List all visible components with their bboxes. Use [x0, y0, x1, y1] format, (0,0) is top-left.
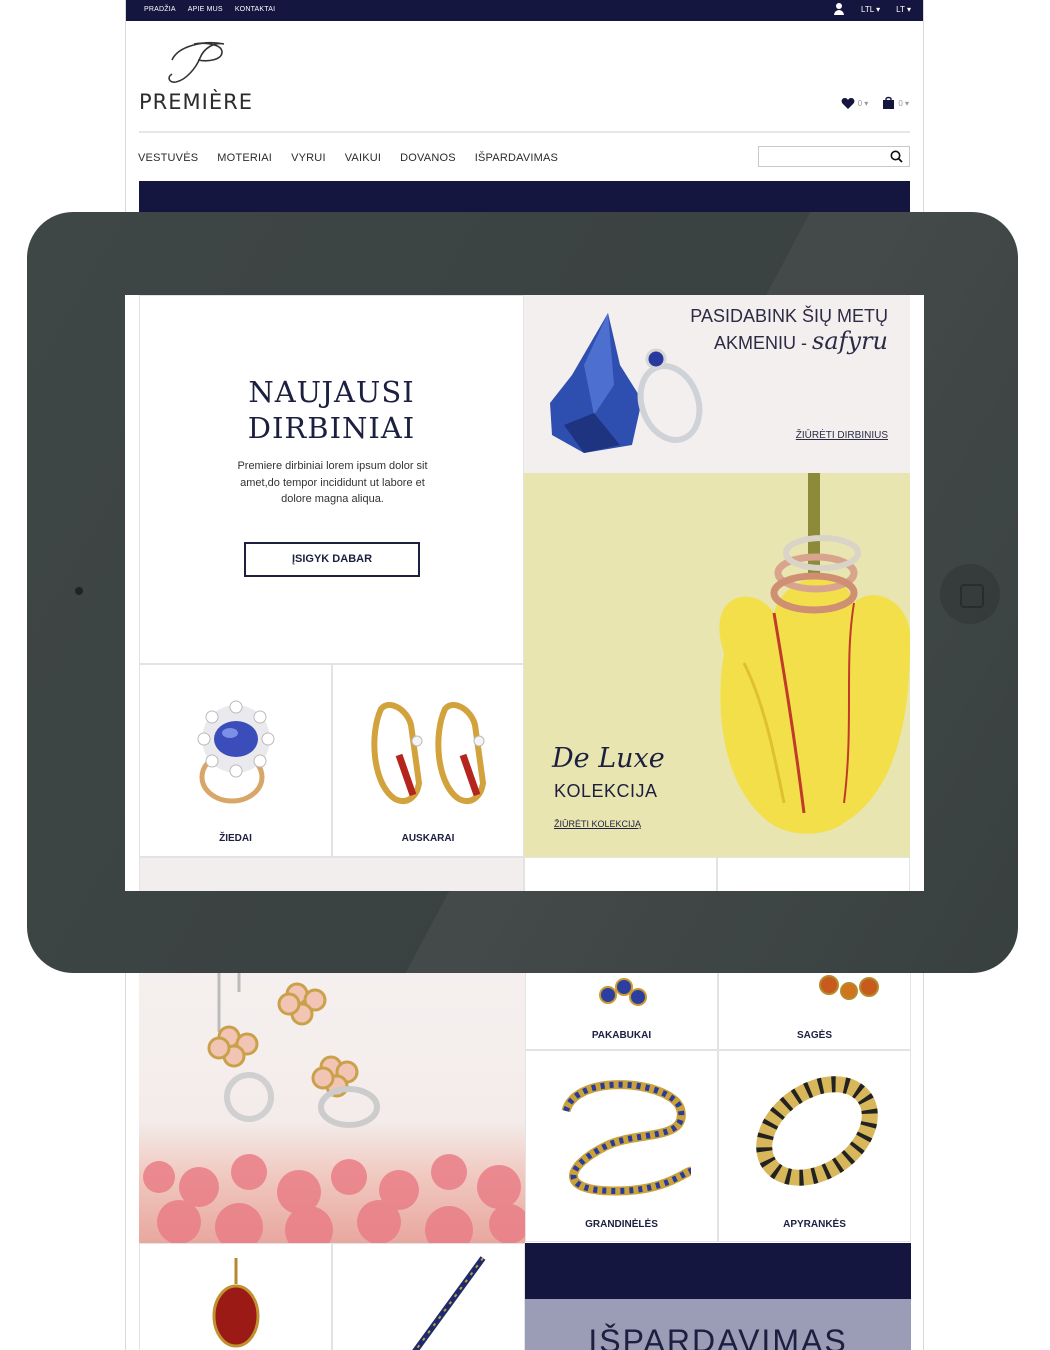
hero-description: Premiere dirbiniai lorem ipsum dolor sit…	[237, 460, 428, 505]
category-earrings[interactable]: AUSKARAI	[332, 664, 524, 857]
sapphire-headline-prefix: AKMENIU -	[713, 333, 812, 353]
camera-icon	[75, 587, 83, 595]
sapphire-headline-script: safyru	[812, 327, 888, 355]
hero-banner-strip	[139, 181, 910, 215]
brooch-image	[819, 975, 879, 1000]
nav-item-kids[interactable]: VAIKUI	[345, 152, 381, 164]
sapphire-promo-tile[interactable]: PASIDABINK ŠIŲ METŲ AKMENIU - safyru ŽIŪ…	[524, 295, 910, 473]
sapphire-headline-2: AKMENIU - safyru	[714, 327, 888, 355]
search-input[interactable]	[758, 146, 910, 167]
category-chains[interactable]: GRANDINĖLĖS	[525, 1050, 718, 1242]
topbar-link-home[interactable]: PRADŽIA	[144, 6, 176, 13]
sale-banner-top	[525, 1243, 911, 1301]
category-label-rings: ŽIEDAI	[219, 833, 252, 844]
tablet-screen: NAUJAUSI DIRBINIAI Premiere dirbiniai lo…	[125, 295, 924, 891]
category-label-brooches: SAGĖS	[796, 1030, 832, 1041]
sapphire-headline-1: PASIDABINK ŠIŲ METŲ	[690, 306, 888, 326]
category-label-chains: GRANDINĖLĖS	[585, 1219, 658, 1230]
earrings-product-image	[371, 702, 487, 804]
hero-title-line1: NAUJAUSI	[248, 375, 415, 409]
category-bracelets[interactable]: APYRANKĖS	[718, 1050, 911, 1242]
bracelet-image	[756, 1076, 878, 1186]
category-brooches-preview	[717, 857, 910, 891]
nav-item-sale[interactable]: IŠPARDAVIMAS	[475, 152, 558, 164]
category-label-pendants: PAKABUKAI	[591, 1030, 652, 1041]
header-divider	[139, 131, 910, 133]
main-nav: VESTUVĖS MOTERIAI VYRUI VAIKUI DOVANOS I…	[138, 152, 577, 164]
category-pendants-preview	[524, 857, 717, 891]
cart-button[interactable]: 0 ▾	[882, 96, 909, 110]
topbar-link-about[interactable]: APIE MUS	[188, 6, 223, 13]
topbar-link-contacts[interactable]: KONTAKTAI	[235, 6, 275, 13]
new-products-tile: NAUJAUSI DIRBINIAI Premiere dirbiniai lo…	[139, 295, 524, 664]
brand-logo-mark[interactable]	[164, 38, 230, 84]
shopping-bag-icon	[883, 96, 895, 109]
category-label-bracelets: APYRANKĖS	[783, 1219, 846, 1230]
spring-collection-tile-preview	[139, 857, 524, 891]
nav-item-women[interactable]: MOTERIAI	[217, 152, 272, 164]
category-pendants[interactable]: PAKABUKAI	[525, 972, 718, 1050]
hero-title: NAUJAUSI DIRBINIAI	[140, 374, 523, 446]
cart-count: 0 ▾	[898, 98, 909, 108]
heart-icon	[841, 97, 855, 109]
wishlist-button[interactable]: 0 ▾	[841, 97, 869, 110]
category-pen[interactable]	[332, 1243, 525, 1350]
user-icon[interactable]	[833, 3, 845, 16]
language-select[interactable]: LT ▾	[896, 5, 911, 14]
category-egg-pendant[interactable]	[139, 1243, 332, 1350]
pen-image	[412, 1256, 486, 1350]
nav-item-weddings[interactable]: VESTUVĖS	[138, 152, 198, 164]
pendant-image	[599, 978, 647, 1006]
lower-product-grid: PAKABUKAI SAGĖS GRANDINĖLĖS APYRANKĖS IŠ…	[126, 972, 923, 1350]
deluxe-script-title: De Luxe	[552, 743, 665, 774]
deluxe-collection-tile[interactable]: De Luxe KOLEKCIJA ŽIŪRĖTI KOLEKCIJĄ	[524, 473, 910, 857]
category-rings[interactable]: ŽIEDAI	[139, 664, 332, 857]
egg-pendant-image	[212, 1258, 260, 1348]
hero-title-line2: DIRBINIAI	[247, 411, 416, 445]
search-icon[interactable]	[890, 150, 903, 163]
nav-item-gifts[interactable]: DOVANOS	[400, 152, 456, 164]
category-label-earrings: AUSKARAI	[401, 833, 455, 844]
home-button[interactable]	[940, 564, 1000, 624]
view-products-link[interactable]: ŽIŪRĖTI DIRBINIUS	[796, 430, 888, 441]
nav-item-men[interactable]: VYRUI	[291, 152, 326, 164]
jewelry-flowers-image	[143, 972, 529, 1254]
sapphire-ring-product-image	[197, 700, 275, 804]
top-bar: PRADŽIA APIE MUS KONTAKTAI LTL ▾ LT ▾	[126, 0, 923, 21]
sale-banner[interactable]: IŠPARDAVIMAS	[525, 1299, 911, 1350]
view-collection-link[interactable]: ŽIŪRĖTI KOLEKCIJĄ	[554, 819, 641, 829]
chain-necklace-image	[561, 1080, 693, 1196]
spring-collection-tile[interactable]	[139, 972, 529, 1254]
currency-select[interactable]: LTL ▾	[861, 5, 880, 14]
deluxe-collection-title: KOLEKCIJA	[554, 781, 658, 801]
wishlist-count: 0 ▾	[857, 98, 869, 108]
category-brooches[interactable]: SAGĖS	[718, 972, 911, 1050]
sale-title: IŠPARDAVIMAS	[588, 1323, 848, 1350]
buy-now-button[interactable]: ĮSIGYK DABAR	[244, 542, 420, 577]
brand-name[interactable]: PREMIÈRE	[139, 90, 253, 114]
